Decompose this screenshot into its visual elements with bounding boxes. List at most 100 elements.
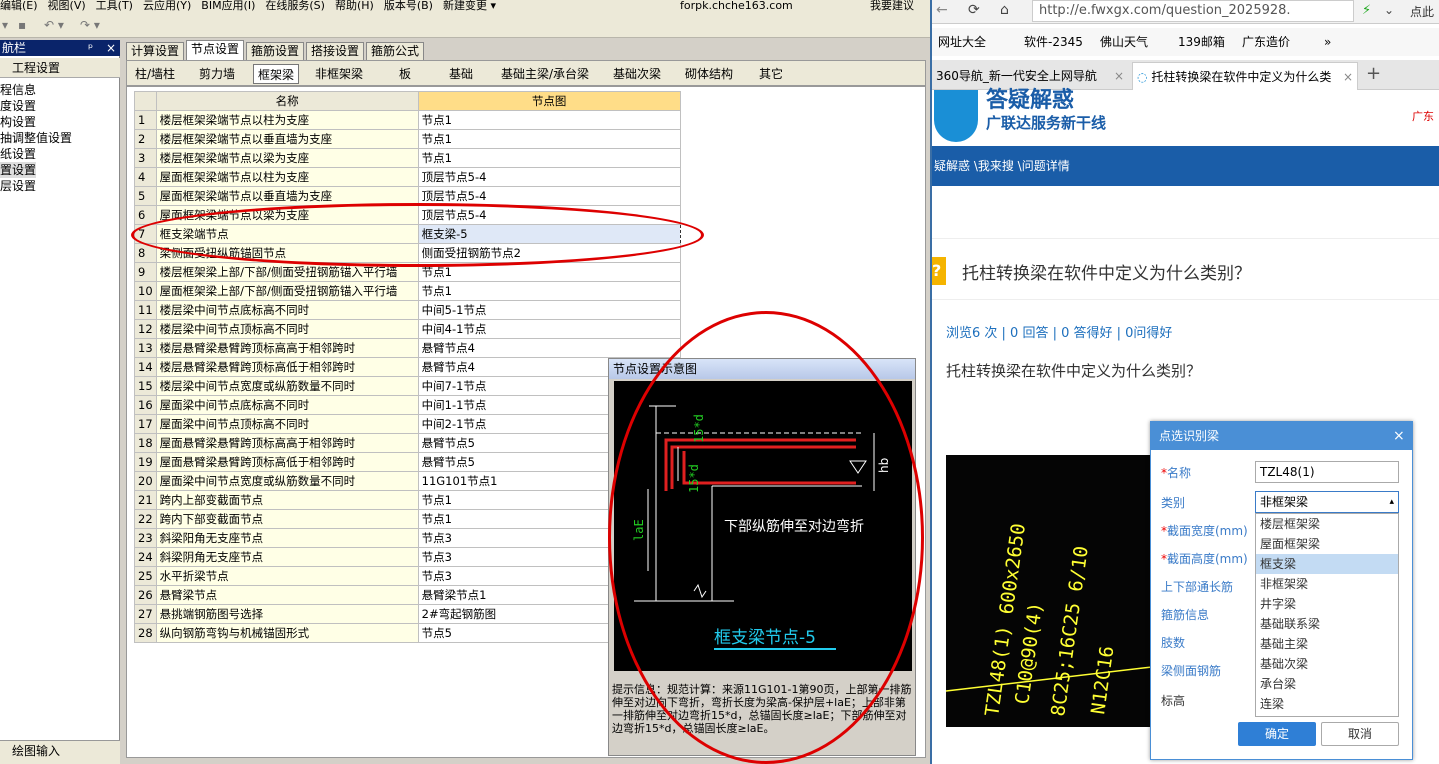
category-select[interactable]: 非框架梁 ▴ (1255, 491, 1399, 513)
sidebar-header[interactable]: 工程设置 (0, 58, 120, 78)
table-row[interactable]: 13 楼层悬臂梁悬臂跨顶标高高于相邻跨时 悬臂节点4 (134, 338, 681, 358)
bookmark-item[interactable]: 广东造价 (1242, 28, 1290, 56)
sidebar-item[interactable]: 置设置 (0, 162, 37, 178)
table-row[interactable]: 11 楼层梁中间节点底标高不同时 中间5-1节点 (134, 300, 681, 320)
bookmark-item[interactable]: 139邮箱 (1178, 28, 1225, 56)
tab-component[interactable]: 剪力墙 (195, 64, 239, 84)
table-row[interactable]: 10 屋面框架梁上部/下部/侧面受扭钢筋锚入平行墙 节点1 (134, 281, 681, 301)
breadcrumb[interactable]: 疑解惑 \我来搜 \问题详情 (932, 146, 1439, 186)
table-row[interactable]: 3 楼层框架梁端节点以梁为支座 节点1 (134, 148, 681, 168)
sidebar-item[interactable]: 度设置 (0, 98, 36, 114)
question-meta[interactable]: 浏览6 次 | 0 回答 | 0 答得好 | 0问得好 (946, 322, 1172, 341)
sidebar-item[interactable]: 纸设置 (0, 146, 36, 162)
cancel-button[interactable]: 取消 (1321, 722, 1399, 746)
table-row[interactable]: 4 屋面框架梁端节点以柱为支座 顶层节点5-4 (134, 167, 681, 187)
category-option[interactable]: 承台梁 (1256, 674, 1398, 694)
dropdown-arrow-icon[interactable]: ▾ (2, 16, 8, 34)
back-icon[interactable]: ← (936, 2, 948, 18)
tab-settings[interactable]: 节点设置 (186, 40, 245, 61)
category-option[interactable]: 基础次梁 (1256, 654, 1398, 674)
sidebar-footer-draw-input[interactable]: 绘图输入 (0, 740, 120, 764)
table-row[interactable]: 18 屋面悬臂梁悬臂跨顶标高高于相邻跨时 悬臂节点5 (134, 433, 681, 453)
table-row[interactable]: 12 楼层梁中间节点顶标高不同时 中间4-1节点 (134, 319, 681, 339)
category-option[interactable]: 连梁 (1256, 694, 1398, 714)
tab-component[interactable]: 其它 (755, 64, 787, 84)
menu-item[interactable]: 视图(V) (48, 0, 86, 11)
menu-item[interactable]: 工具(T) (96, 0, 133, 11)
menu-item[interactable]: 版本号(B) (384, 0, 433, 11)
row-node-value[interactable]: 悬臂节点4 (417, 338, 681, 358)
table-row[interactable]: 22 跨内下部变截面节点 节点1 (134, 509, 681, 529)
tab-component[interactable]: 板 (395, 64, 415, 84)
row-node-value[interactable]: 节点1 (417, 110, 681, 130)
tab-component[interactable]: 框架梁 (253, 64, 300, 84)
tab-component[interactable]: 基础主梁/承台梁 (497, 64, 593, 84)
dialog-close-icon[interactable]: × (1393, 422, 1405, 450)
suggest-link[interactable]: 我要建议 (870, 0, 914, 11)
table-row[interactable]: 16 屋面梁中间节点底标高不同时 中间1-1节点 (134, 395, 681, 415)
new-tab-icon[interactable]: + (1366, 63, 1381, 84)
lightning-icon[interactable]: ⚡ (1362, 3, 1371, 18)
row-node-value[interactable]: 节点1 (417, 281, 681, 301)
menu-item[interactable]: 新建变更 ▾ (443, 0, 496, 11)
tab-component[interactable]: 非框架梁 (311, 64, 367, 84)
row-node-value[interactable]: 节点1 (417, 129, 681, 149)
row-node-value[interactable]: 顶层节点5-4 (417, 167, 681, 187)
table-row[interactable]: 15 楼层梁中间节点宽度或纵筋数量不同时 中间7-1节点 (134, 376, 681, 396)
table-row[interactable]: 14 楼层悬臂梁悬臂跨顶标高低于相邻跨时 悬臂节点4 (134, 357, 681, 377)
bookmark-item[interactable]: 网址大全 (938, 28, 986, 56)
url-right-text[interactable]: 点此 (1410, 3, 1434, 20)
table-row[interactable]: 25 水平折梁节点 节点3 (134, 566, 681, 586)
category-option[interactable]: 非框架梁 (1256, 574, 1398, 594)
menu-item[interactable]: 编辑(E) (0, 0, 38, 11)
table-row[interactable]: 1 楼层框架梁端节点以柱为支座 节点1 (134, 110, 681, 130)
tab-close-icon[interactable]: × (1114, 62, 1124, 90)
url-input[interactable]: http://e.fwxgx.com/question_2025928. (1032, 0, 1354, 22)
row-node-value[interactable]: 中间4-1节点 (417, 319, 681, 339)
bookmark-item[interactable]: 软件-2345 (1024, 28, 1083, 56)
row-node-value[interactable]: 节点1 (417, 148, 681, 168)
table-row[interactable]: 26 悬臂梁节点 悬臂梁节点1 (134, 585, 681, 605)
tab-component[interactable]: 基础 (445, 64, 477, 84)
sidebar-item[interactable]: 构设置 (0, 114, 36, 130)
name-input[interactable]: TZL48(1) (1255, 461, 1399, 483)
category-option[interactable]: 井字梁 (1256, 594, 1398, 614)
menu-item[interactable]: 云应用(Y) (143, 0, 191, 11)
browser-tab-question[interactable]: ◌ 托柱转换梁在软件中定义为什么类 × (1132, 62, 1358, 90)
table-row[interactable]: 21 跨内上部变截面节点 节点1 (134, 490, 681, 510)
chevron-down-icon[interactable]: ⌄ (1384, 3, 1394, 17)
tab-settings[interactable]: 计算设置 (126, 42, 185, 60)
bookmark-item[interactable]: » (1324, 28, 1331, 56)
refresh-icon[interactable]: ⟳ (968, 2, 980, 18)
close-icon[interactable]: × (106, 40, 116, 56)
chevron-up-icon[interactable]: ▴ (1389, 492, 1394, 512)
redo-icon[interactable]: ↷ ▾ (80, 16, 100, 34)
menu-item[interactable]: BIM应用(I) (201, 0, 255, 11)
undo-icon[interactable]: ↶ ▾ (44, 16, 64, 34)
tab-settings[interactable]: 箍筋公式 (366, 42, 425, 60)
sidebar-item[interactable]: 抽调整值设置 (0, 130, 72, 146)
menu-item[interactable]: 在线服务(S) (265, 0, 325, 11)
table-row[interactable]: 20 屋面梁中间节点宽度或纵筋数量不同时 11G101节点1 (134, 471, 681, 491)
table-row[interactable]: 2 楼层框架梁端节点以垂直墙为支座 节点1 (134, 129, 681, 149)
table-row[interactable]: 17 屋面梁中间节点顶标高不同时 中间2-1节点 (134, 414, 681, 434)
category-option[interactable]: 屋面框架梁 (1256, 534, 1398, 554)
ok-button[interactable]: 确定 (1238, 722, 1316, 746)
table-row[interactable]: 23 斜梁阳角无支座节点 节点3 (134, 528, 681, 548)
tab-settings[interactable]: 箍筋设置 (246, 42, 305, 60)
menu-item[interactable]: 帮助(H) (335, 0, 374, 11)
pin-icon[interactable]: ᵖ (88, 40, 93, 56)
tab-component[interactable]: 基础次梁 (609, 64, 665, 84)
sidebar-item[interactable]: 层设置 (0, 178, 36, 194)
save-icon[interactable]: ▪ (18, 16, 26, 34)
tab-component[interactable]: 砌体结构 (681, 64, 737, 84)
table-row[interactable]: 28 纵向钢筋弯钩与机械锚固形式 节点5 (134, 623, 681, 643)
table-row[interactable]: 27 悬挑端钢筋图号选择 2#弯起钢筋图 (134, 604, 681, 624)
bookmark-item[interactable]: 佛山天气 (1100, 28, 1148, 56)
sidebar-item[interactable]: 程信息 (0, 82, 36, 98)
category-option[interactable]: 楼层框架梁 (1256, 514, 1398, 534)
table-row[interactable]: 24 斜梁阴角无支座节点 节点3 (134, 547, 681, 567)
category-option[interactable]: 基础联系梁 (1256, 614, 1398, 634)
table-row[interactable]: 19 屋面悬臂梁悬臂跨顶标高低于相邻跨时 悬臂节点5 (134, 452, 681, 472)
home-icon[interactable]: ⌂ (1000, 2, 1009, 18)
